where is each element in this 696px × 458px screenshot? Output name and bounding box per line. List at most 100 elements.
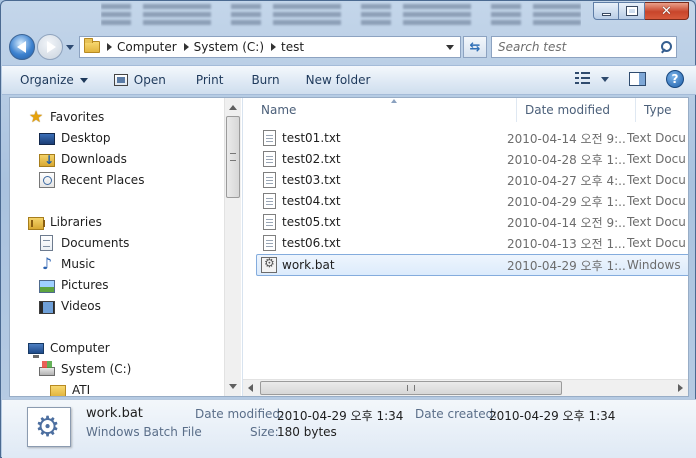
forward-button[interactable]: [37, 34, 63, 60]
nav-item-libraries[interactable]: Libraries: [28, 212, 102, 232]
navigation-pane: ★ Favorites Desktop Downloads Recent Plac…: [10, 98, 242, 396]
file-date: 2010-04-29 오후 1:...: [507, 258, 627, 273]
file-row[interactable]: test03.txt 2010-04-27 오후 4:... Text Docu: [257, 170, 688, 190]
star-icon: ★: [28, 107, 44, 126]
maximize-button[interactable]: [619, 2, 645, 20]
nav-item-ati[interactable]: ATI: [50, 380, 90, 396]
scroll-left-icon[interactable]: [248, 384, 253, 392]
details-size: 180 bytes: [277, 425, 337, 439]
nav-item-system-c[interactable]: System (C:): [39, 359, 131, 379]
nav-label: Pictures: [61, 278, 109, 292]
search-icon[interactable]: [660, 41, 672, 53]
libraries-icon: [28, 216, 45, 230]
column-header-type[interactable]: Type: [636, 98, 688, 122]
nav-item-videos[interactable]: Videos: [39, 296, 101, 316]
breadcrumb-separator-icon[interactable]: [271, 43, 277, 51]
help-icon[interactable]: ?: [666, 70, 684, 88]
nav-label: Libraries: [50, 215, 102, 229]
navigation-bar: Computer System (C:) test ⇆ Search test: [9, 33, 687, 61]
nav-item-desktop[interactable]: Desktop: [39, 128, 111, 148]
organize-button[interactable]: Organize: [12, 69, 96, 91]
new-folder-button[interactable]: New folder: [298, 69, 379, 91]
nav-label: ATI: [72, 383, 91, 396]
text-file-icon: [263, 235, 276, 251]
refresh-button[interactable]: ⇆: [463, 36, 487, 58]
print-button[interactable]: Print: [188, 69, 232, 91]
address-bar[interactable]: Computer System (C:) test: [79, 36, 461, 58]
search-input[interactable]: Search test: [498, 40, 566, 54]
file-row[interactable]: test01.txt 2010-04-14 오전 9:... Text Docu: [257, 128, 688, 148]
nav-item-documents[interactable]: Documents: [39, 233, 129, 253]
explorer-window: ✕ Computer System (C:) test ⇆ Search tes…: [0, 0, 696, 458]
address-history-dropdown-icon[interactable]: [446, 45, 454, 50]
file-row[interactable]: test04.txt 2010-04-29 오후 1:... Text Docu: [257, 191, 688, 211]
file-type: Text Docu: [627, 194, 686, 208]
breadcrumb-test[interactable]: test: [281, 40, 304, 54]
column-label: Date modified: [525, 103, 611, 117]
file-name: test04.txt: [282, 194, 341, 208]
videos-icon: [39, 300, 55, 314]
file-name: test05.txt: [282, 215, 341, 229]
preview-pane-icon[interactable]: [629, 72, 646, 86]
nav-item-music[interactable]: ♪ Music: [39, 254, 95, 274]
file-row[interactable]: test06.txt 2010-04-13 오전 1... Text Docu: [257, 233, 688, 253]
file-row-selected[interactable]: work.bat 2010-04-29 오후 1:... Windows: [256, 254, 688, 276]
column-header-date-modified[interactable]: Date modified: [517, 98, 636, 122]
file-type: Text Docu: [627, 131, 686, 145]
view-options-dropdown-icon[interactable]: [601, 76, 609, 82]
scroll-down-icon[interactable]: [229, 384, 237, 389]
downloads-icon: [39, 153, 55, 167]
new-folder-label: New folder: [305, 73, 371, 87]
file-date: 2010-04-14 오전 9:...: [507, 131, 627, 146]
back-button[interactable]: [9, 34, 35, 60]
change-view-icon[interactable]: [575, 72, 591, 86]
file-date: 2010-04-29 오후 1:...: [507, 194, 627, 209]
breadcrumb-computer[interactable]: Computer: [117, 40, 177, 54]
burn-button[interactable]: Burn: [243, 69, 287, 91]
scroll-thumb[interactable]: [260, 381, 562, 395]
desktop-icon: [39, 133, 55, 145]
scroll-thumb[interactable]: [226, 116, 240, 198]
open-label: Open: [133, 73, 166, 87]
column-label: Name: [261, 103, 297, 117]
nav-item-downloads[interactable]: Downloads: [39, 149, 127, 169]
file-date: 2010-04-27 오후 4:...: [507, 173, 627, 188]
scroll-up-icon[interactable]: [229, 105, 237, 110]
breadcrumb-separator-icon[interactable]: [107, 43, 112, 51]
details-file-type: Windows Batch File: [86, 425, 202, 439]
breadcrumb-system-c[interactable]: System (C:): [194, 40, 264, 54]
nav-label: Music: [61, 257, 96, 271]
details-date-modified-label: Date modified:: [195, 407, 285, 421]
forward-arrow-icon: [46, 41, 56, 53]
file-name: work.bat: [282, 258, 335, 272]
file-row[interactable]: test05.txt 2010-04-14 오전 9:... Text Docu: [257, 212, 688, 232]
open-app-icon: [113, 74, 128, 86]
details-date-modified: 2010-04-29 오후 1:34: [277, 409, 404, 423]
nav-label: Favorites: [50, 110, 105, 124]
breadcrumb-separator-icon[interactable]: [183, 43, 189, 51]
nav-item-favorites[interactable]: ★ Favorites: [28, 107, 104, 127]
minimize-button[interactable]: [593, 2, 619, 20]
nav-item-pictures[interactable]: Pictures: [39, 275, 109, 295]
open-button[interactable]: Open: [106, 69, 174, 91]
search-box[interactable]: Search test: [491, 36, 677, 58]
close-button[interactable]: ✕: [645, 2, 689, 20]
command-bar: Organize Open Print Burn New folder ?: [2, 65, 696, 95]
file-list-horizontal-scrollbar[interactable]: [243, 379, 688, 396]
file-name: test03.txt: [282, 173, 341, 187]
nav-label: Desktop: [61, 131, 111, 145]
text-file-icon: [263, 214, 276, 230]
file-name: test01.txt: [282, 131, 341, 145]
recent-pages-dropdown[interactable]: [65, 44, 75, 50]
nav-label: System (C:): [61, 362, 132, 376]
navigation-pane-scrollbar[interactable]: [224, 98, 241, 396]
maximize-icon: [625, 6, 638, 16]
nav-item-computer[interactable]: Computer: [28, 338, 110, 358]
folder-icon: [84, 38, 100, 53]
details-date-created-label: Date created:: [415, 407, 498, 421]
nav-item-recent-places[interactable]: Recent Places: [39, 170, 144, 190]
scroll-right-icon[interactable]: [678, 384, 683, 392]
column-header-name[interactable]: Name: [253, 98, 517, 122]
file-row[interactable]: test02.txt 2010-04-28 오후 1:... Text Docu: [257, 149, 688, 169]
music-icon: ♪: [41, 254, 53, 273]
